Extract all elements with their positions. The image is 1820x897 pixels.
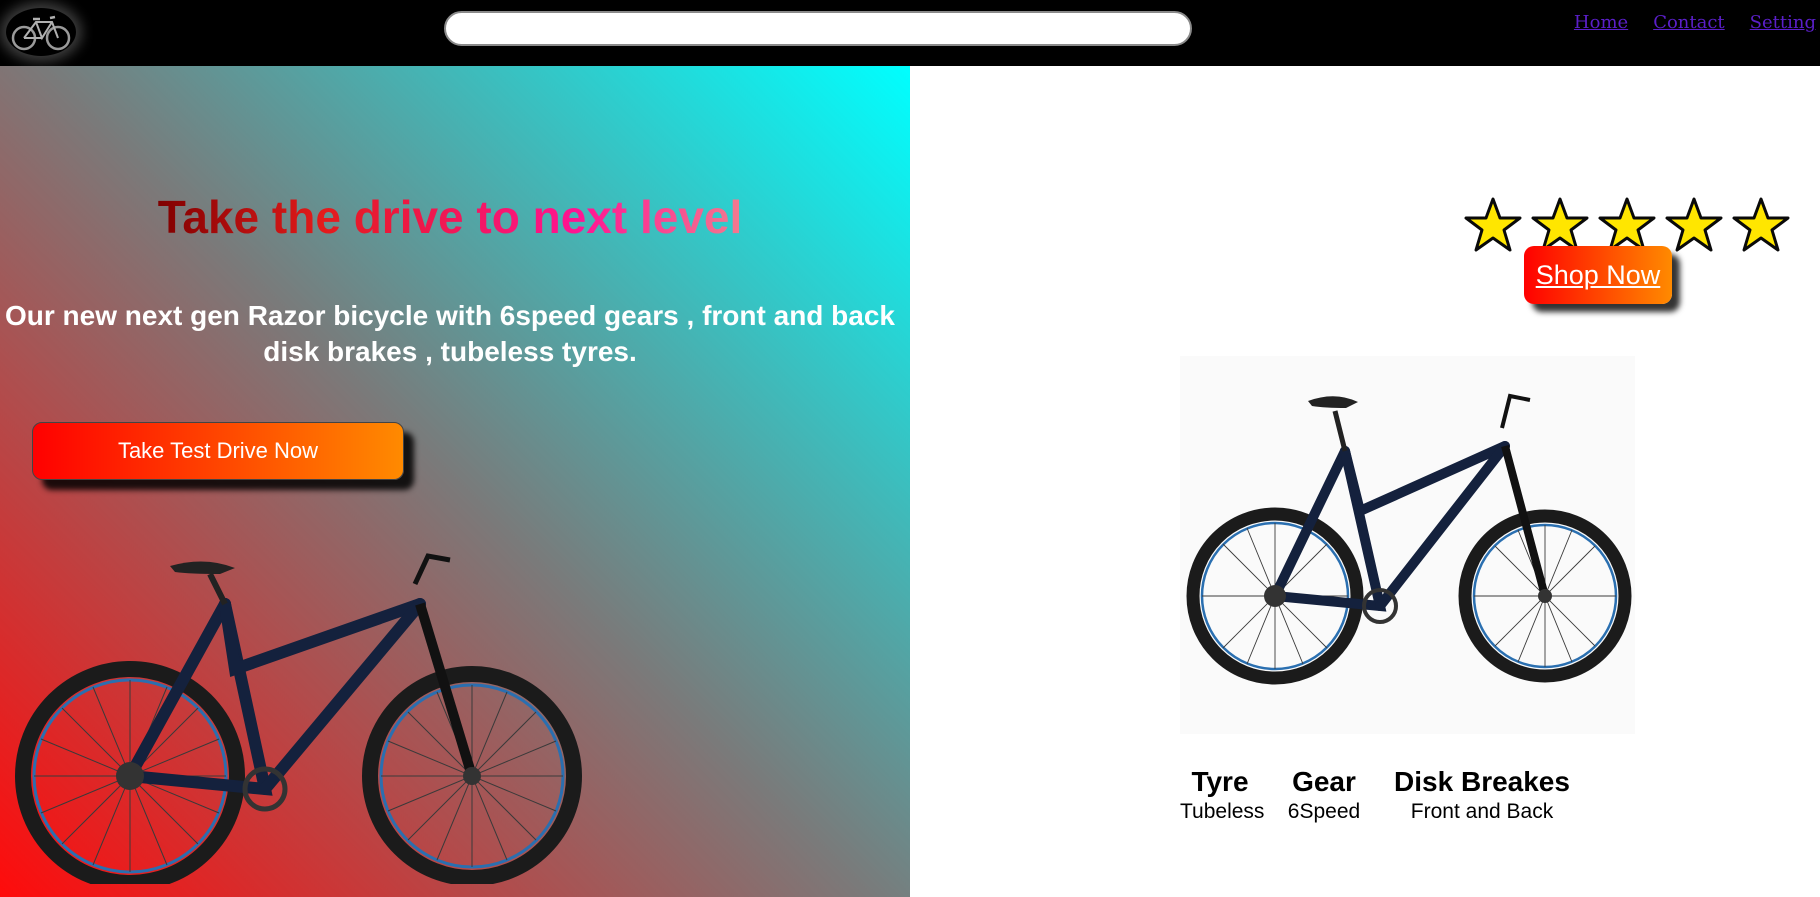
logo[interactable] (6, 8, 76, 56)
spec-disk-brakes: Disk Breakes Front and Back (1392, 766, 1572, 824)
spec-value: 6Speed (1287, 800, 1361, 823)
search-input[interactable] (444, 11, 1192, 46)
hero-description: Our new next gen Razor bicycle with 6spe… (4, 300, 895, 367)
take-test-drive-button[interactable]: Take Test Drive Now (32, 422, 404, 480)
spec-name: Gear (1292, 766, 1356, 797)
spec-name: Tyre (1191, 766, 1249, 797)
star-icon (1464, 197, 1522, 252)
hero-title-wrapper: Take the drive to next level (0, 190, 900, 244)
star-icon (1732, 197, 1790, 252)
spec-value: Front and Back (1410, 800, 1554, 823)
spec-value: Tubeless (1180, 800, 1265, 823)
hero-section: Take the drive to next level Our new nex… (0, 66, 910, 897)
product-specs: Tyre Tubeless Gear 6Speed Disk Breakes F… (1180, 766, 1580, 836)
spec-name: Disk Breakes (1394, 766, 1570, 797)
shop-now-button[interactable]: Shop Now (1524, 246, 1672, 304)
hero-bicycle-image (15, 553, 582, 884)
nav-link-home[interactable]: Home (1574, 12, 1628, 33)
star-icon (1665, 197, 1723, 252)
spec-gear: Gear 6Speed (1284, 766, 1364, 824)
spec-tyre: Tyre Tubeless (1180, 766, 1265, 824)
product-bicycle-image (1180, 356, 1635, 734)
nav-link-contact[interactable]: Contact (1653, 12, 1724, 33)
main-nav: Home Contact Setting (1574, 12, 1816, 33)
hero-title: Take the drive to next level (157, 191, 743, 243)
bicycle-icon (11, 15, 71, 51)
top-bar: Home Contact Setting (0, 0, 1820, 66)
nav-link-setting[interactable]: Setting (1750, 12, 1816, 33)
